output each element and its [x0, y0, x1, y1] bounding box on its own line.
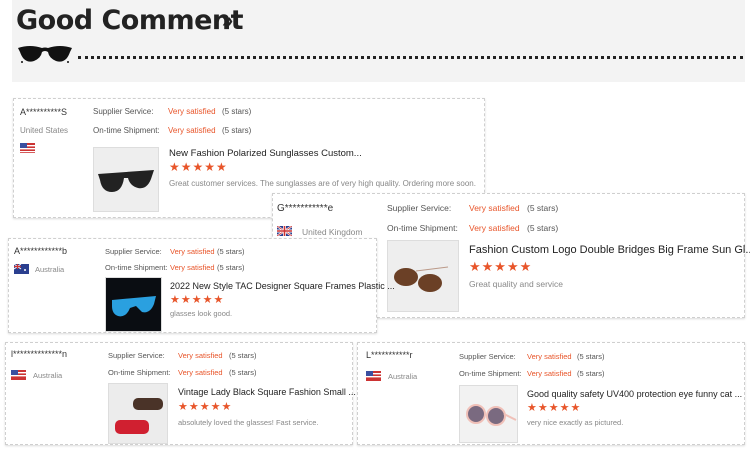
product-image[interactable]	[459, 385, 518, 443]
section-title: Good Comment	[16, 5, 244, 36]
star-rating: ★★★★★	[527, 402, 582, 414]
us-flag-icon	[366, 371, 381, 381]
shipment-label: On-time Shipment:	[108, 368, 171, 377]
us-flag-icon	[20, 143, 35, 153]
shipment-rating: Very satisfied	[527, 369, 572, 378]
au-flag-icon	[14, 264, 29, 274]
shipment-rating: Very satisfied	[178, 368, 223, 377]
supplier-stars: (5 stars)	[222, 107, 252, 116]
reviewer-country: Australia	[388, 372, 418, 381]
review-card: A************b Australia Supplier Servic…	[8, 238, 395, 333]
product-title[interactable]: New Fashion Polarized Sunglasses Custom.…	[169, 148, 362, 159]
review-comment: absolutely loved the glasses! Fast servi…	[178, 418, 319, 427]
shipment-stars: (5 stars)	[527, 223, 559, 233]
product-image[interactable]	[93, 147, 159, 212]
star-rating: ★★★★★	[169, 160, 228, 174]
reviewer-name: l**************n	[11, 349, 68, 359]
double-chevron-icon: »	[222, 10, 234, 32]
shipment-stars: (5 stars)	[577, 369, 605, 378]
supplier-rating: Very satisfied	[469, 203, 520, 213]
shipment-label: On-time Shipment:	[459, 369, 522, 378]
supplier-service-label: Supplier Service:	[105, 247, 162, 256]
star-rating: ★★★★★	[469, 259, 533, 274]
supplier-stars: (5 stars)	[217, 247, 245, 256]
shipment-rating: Very satisfied	[168, 126, 216, 135]
shipment-label: On-time Shipment:	[387, 223, 458, 233]
review-comment: Great customer services. The sunglasses …	[169, 179, 476, 188]
supplier-rating: Very satisfied	[178, 351, 223, 360]
review-card: L***********r Australia Supplier Service…	[357, 342, 745, 445]
supplier-stars: (5 stars)	[229, 351, 257, 360]
product-title[interactable]: 2022 New Style TAC Designer Square Frame…	[170, 281, 395, 291]
reviewer-name: A**********S	[20, 107, 68, 117]
review-comment: very nice exactly as pictured.	[527, 418, 624, 427]
reviewer-name: G***********e	[277, 203, 334, 214]
dotted-divider	[78, 56, 743, 59]
product-title[interactable]: Vintage Lady Black Square Fashion Small …	[178, 387, 356, 397]
review-card: l**************n Australia Supplier Serv…	[5, 342, 356, 445]
review-comment: Great quality and service	[469, 279, 564, 289]
supplier-rating: Very satisfied	[527, 352, 572, 361]
reviewer-country: Australia	[33, 371, 63, 380]
shipment-stars: (5 stars)	[229, 368, 257, 377]
product-image[interactable]	[105, 277, 162, 332]
shipment-label: On-time Shipment:	[93, 126, 160, 135]
product-title[interactable]: Good quality safety UV400 protection eye…	[527, 389, 742, 399]
shipment-rating: Very satisfied	[469, 223, 520, 233]
star-rating: ★★★★★	[178, 401, 233, 413]
supplier-rating: Very satisfied	[170, 247, 215, 256]
shipment-rating: Very satisfied	[170, 263, 215, 272]
section-header: Good Comment »	[12, 0, 745, 82]
supplier-stars: (5 stars)	[527, 203, 559, 213]
reviewer-country: United Kingdom	[302, 227, 363, 237]
star-rating: ★★★★★	[170, 294, 225, 306]
shipment-stars: (5 stars)	[222, 126, 252, 135]
reviewer-name: A************b	[14, 246, 68, 256]
reviewer-name: L***********r	[366, 350, 413, 360]
product-title[interactable]: Fashion Custom Logo Double Bridges Big F…	[469, 244, 750, 256]
review-comment: glasses look good.	[170, 309, 233, 318]
supplier-service-label: Supplier Service:	[108, 351, 165, 360]
reviewer-country: Australia	[35, 265, 65, 274]
sunglasses-icon	[18, 46, 72, 63]
us-flag-icon	[11, 370, 26, 380]
supplier-service-label: Supplier Service:	[387, 203, 452, 213]
supplier-rating: Very satisfied	[168, 107, 216, 116]
shipment-label: On-time Shipment:	[105, 263, 168, 272]
product-image[interactable]	[108, 383, 168, 444]
product-image[interactable]	[387, 240, 459, 312]
supplier-service-label: Supplier Service:	[93, 107, 154, 116]
uk-flag-icon	[277, 226, 292, 236]
supplier-stars: (5 stars)	[577, 352, 605, 361]
supplier-service-label: Supplier Service:	[459, 352, 516, 361]
shipment-stars: (5 stars)	[217, 263, 245, 272]
reviewer-country: United States	[20, 126, 69, 135]
